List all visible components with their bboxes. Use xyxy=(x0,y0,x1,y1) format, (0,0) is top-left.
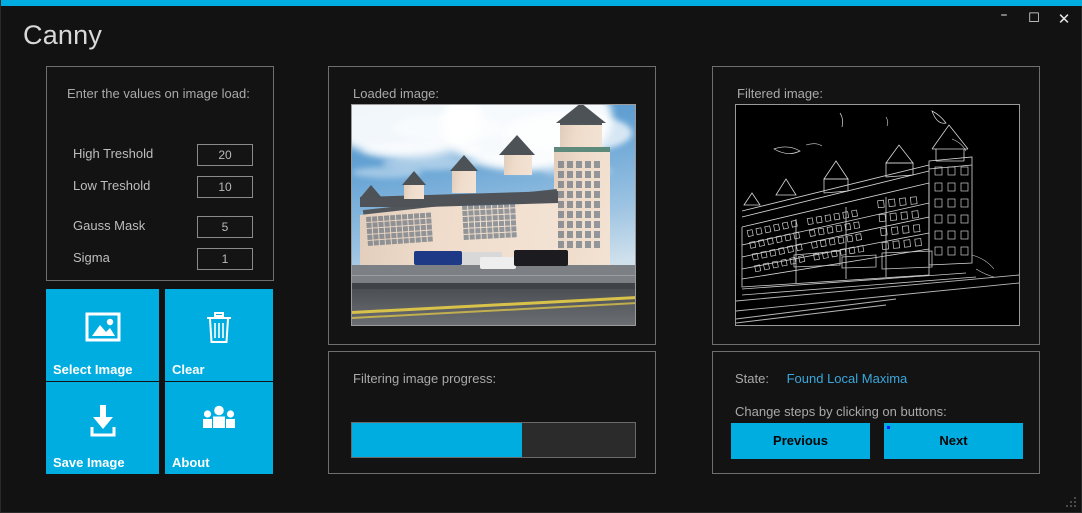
loaded-image-panel: Loaded image: xyxy=(328,66,656,345)
high-threshold-input[interactable]: 20 xyxy=(197,144,253,166)
high-threshold-label: High Treshold xyxy=(73,146,154,161)
maximize-icon[interactable]: ☐ xyxy=(1019,6,1049,32)
loaded-image xyxy=(351,104,636,326)
focus-indicator xyxy=(887,426,890,429)
filtered-image xyxy=(735,104,1020,326)
clear-label: Clear xyxy=(172,362,205,377)
gauss-mask-label: Gauss Mask xyxy=(73,218,146,233)
field-row-sigma: Sigma 1 xyxy=(73,248,253,270)
field-row-gauss-mask: Gauss Mask 5 xyxy=(73,216,253,238)
settings-heading: Enter the values on image load: xyxy=(67,86,250,101)
minimize-icon[interactable]: – xyxy=(989,6,1019,32)
steps-hint: Change steps by clicking on buttons: xyxy=(735,404,947,419)
select-image-label: Select Image xyxy=(53,362,133,377)
image-icon xyxy=(46,311,159,343)
previous-button[interactable]: Previous xyxy=(731,423,870,459)
next-button[interactable]: Next xyxy=(884,423,1023,459)
settings-panel: Enter the values on image load: High Tre… xyxy=(46,66,274,281)
about-label: About xyxy=(172,455,210,470)
title-bar[interactable]: – ☐ ✕ xyxy=(1,6,1082,32)
page-title: Canny xyxy=(23,20,103,50)
save-image-label: Save Image xyxy=(53,455,125,470)
progress-label: Filtering image progress: xyxy=(353,371,497,386)
gauss-mask-input[interactable]: 5 xyxy=(197,216,253,238)
low-threshold-label: Low Treshold xyxy=(73,178,151,193)
progress-panel: Filtering image progress: xyxy=(328,351,656,474)
clear-button[interactable]: Clear xyxy=(165,289,273,381)
filtered-image-panel: Filtered image: xyxy=(712,66,1040,345)
resize-grip[interactable] xyxy=(1064,495,1076,507)
progress-bar-fill xyxy=(352,423,522,457)
filtered-image-label: Filtered image: xyxy=(737,86,823,101)
field-row-low-threshold: Low Treshold 10 xyxy=(73,176,253,198)
sigma-label: Sigma xyxy=(73,250,110,265)
select-image-button[interactable]: Select Image xyxy=(46,289,159,381)
about-button[interactable]: About xyxy=(165,382,273,474)
low-threshold-input[interactable]: 10 xyxy=(197,176,253,198)
state-caption: State: xyxy=(735,371,769,386)
next-button-label: Next xyxy=(939,433,968,448)
field-row-high-threshold: High Treshold 20 xyxy=(73,144,253,166)
save-image-button[interactable]: Save Image xyxy=(46,382,159,474)
sigma-input[interactable]: 1 xyxy=(197,248,253,270)
trash-icon xyxy=(165,311,273,345)
loaded-image-label: Loaded image: xyxy=(353,86,440,101)
download-icon xyxy=(46,404,159,438)
application-window: – ☐ ✕ Canny Enter the values on image lo… xyxy=(0,0,1082,513)
progress-bar xyxy=(351,422,636,458)
people-icon xyxy=(165,404,273,430)
state-value: Found Local Maxima xyxy=(786,371,908,386)
state-panel: State: Found Local Maxima Change steps b… xyxy=(712,351,1040,474)
close-icon[interactable]: ✕ xyxy=(1049,6,1079,32)
state-row: State: Found Local Maxima xyxy=(735,371,907,386)
